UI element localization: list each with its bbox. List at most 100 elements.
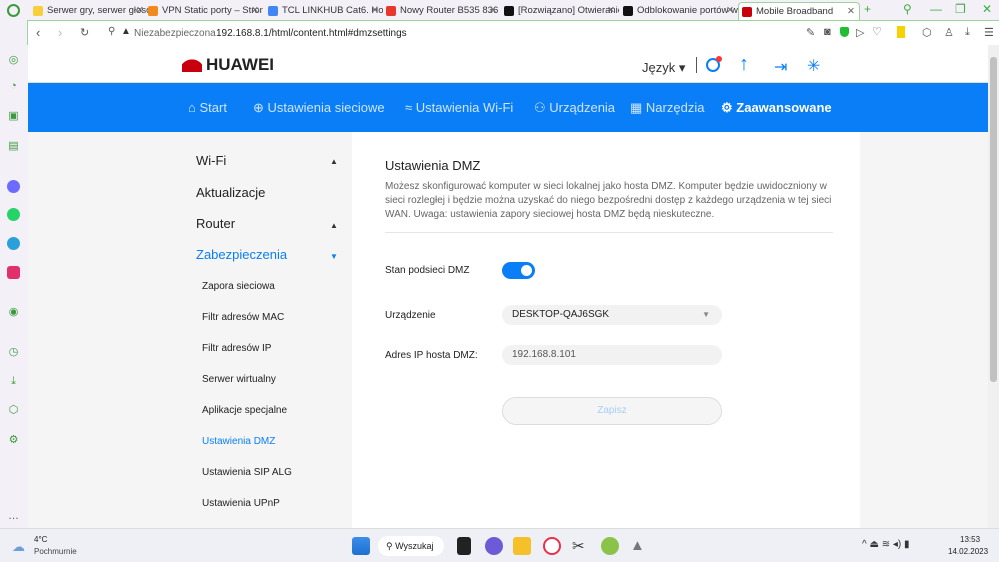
settings-icon[interactable]: ⚙ xyxy=(7,434,20,447)
menu-wifi[interactable]: Wi-Fi xyxy=(196,153,226,168)
key-icon[interactable]: ⚲ xyxy=(108,26,115,37)
menu-sip-alg[interactable]: Ustawienia SIP ALG xyxy=(202,467,292,478)
close-tab-icon[interactable]: ✕ xyxy=(607,2,615,20)
camera-icon[interactable]: ◙ xyxy=(824,26,831,38)
logout-icon[interactable]: ⇥ xyxy=(774,57,787,77)
new-tab-icon[interactable]: + xyxy=(864,2,871,16)
menu-router[interactable]: Router xyxy=(196,216,235,231)
favicon-icon xyxy=(742,7,752,17)
tools-app-icon[interactable]: ✂ xyxy=(572,537,590,555)
weather[interactable]: Pochmurnie xyxy=(34,547,77,556)
language-select[interactable]: Język ▾ xyxy=(642,60,685,76)
send-icon[interactable]: ▷ xyxy=(856,26,864,39)
menu-virtual-server[interactable]: Serwer wirtualny xyxy=(202,374,276,385)
router-header: HUAWEI Język ▾ ↑ ⇥ ✳ xyxy=(28,45,988,83)
menu-firewall[interactable]: Zapora sieciowa xyxy=(202,281,275,292)
opera-logo-icon[interactable] xyxy=(7,4,20,17)
close-tab-icon[interactable]: ✕ xyxy=(136,2,144,20)
menu-upnp[interactable]: Ustawienia UPnP xyxy=(202,498,280,509)
app-icon-2[interactable]: ▲ xyxy=(630,537,648,555)
extension-icon[interactable] xyxy=(897,26,905,38)
forward-icon[interactable]: › xyxy=(58,25,62,40)
close-tab-icon[interactable]: ✕ xyxy=(371,2,379,20)
history-icon[interactable]: ◷ xyxy=(7,346,20,359)
collapse-icon[interactable]: ▲ xyxy=(330,221,338,230)
browser-tab[interactable]: Mobile Broadband ✕ xyxy=(738,2,860,20)
close-tab-icon[interactable]: ✕ xyxy=(489,2,497,20)
browser-tab[interactable]: TCL LINKHUB Cat6. Home✕ xyxy=(265,2,383,20)
temperature[interactable]: 4°C xyxy=(34,535,47,544)
instagram-icon[interactable] xyxy=(7,266,20,279)
tab-title: TCL LINKHUB Cat6. Home xyxy=(282,5,383,16)
app-icon[interactable] xyxy=(601,537,619,555)
browser-tab[interactable]: Odblokowanie portów w ✕ xyxy=(620,2,738,20)
scrollbar[interactable] xyxy=(988,45,999,528)
browser-tab[interactable]: VPN Static porty – Strona ✕ xyxy=(145,2,263,20)
more-icon[interactable]: … xyxy=(7,510,20,523)
menu-security[interactable]: Zabezpieczenia xyxy=(196,247,287,262)
dmz-toggle[interactable] xyxy=(502,262,535,279)
device-select[interactable]: DESKTOP-QAJ6SGK ▼ xyxy=(502,305,722,325)
teams-icon[interactable] xyxy=(485,537,503,555)
gamepad-icon[interactable]: ◎ xyxy=(7,54,20,67)
menu-updates[interactable]: Aktualizacje xyxy=(196,185,265,200)
browser-tab[interactable]: Nowy Router B535 836 ✕ xyxy=(383,2,501,20)
minimize-icon[interactable]: — xyxy=(930,2,942,16)
scrollbar-thumb[interactable] xyxy=(990,57,997,382)
update-icon[interactable]: ↑ xyxy=(739,53,749,76)
task-view-icon[interactable] xyxy=(457,537,471,555)
downloads-icon[interactable]: ⤓ xyxy=(965,26,970,39)
speed-icon[interactable]: ◔ xyxy=(7,80,20,93)
reload-icon[interactable]: ↻ xyxy=(80,26,89,39)
edit-icon[interactable]: ✎ xyxy=(806,26,815,39)
menu-mac-filter[interactable]: Filtr adresów MAC xyxy=(202,312,284,323)
whatsapp-icon[interactable] xyxy=(7,208,20,221)
save-button[interactable]: Zapisz xyxy=(502,397,722,425)
search-button[interactable]: ⚲ Wyszukaj xyxy=(378,536,444,556)
expand-icon[interactable]: ▼ xyxy=(330,252,338,261)
nav-advanced[interactable]: ⚙ Zaawansowane xyxy=(721,83,832,132)
easy-setup-icon[interactable]: ☰ xyxy=(984,26,994,39)
cube-icon[interactable]: ⬡ xyxy=(922,26,932,39)
bag-icon[interactable]: ▣ xyxy=(7,110,20,123)
tray-icons[interactable]: ^ ⏏ ≋ ◂) ▮ xyxy=(862,539,910,550)
close-tab-icon[interactable]: ✕ xyxy=(726,2,734,20)
gear-icon: ⚙ xyxy=(721,100,733,115)
nav-wifi-settings[interactable]: ≈ Ustawienia Wi-Fi xyxy=(405,83,513,132)
shield-icon[interactable] xyxy=(840,27,849,37)
telegram-icon[interactable] xyxy=(7,237,20,250)
file-explorer-icon[interactable] xyxy=(513,537,531,555)
nav-tools[interactable]: ▦ Narzędzia xyxy=(630,83,704,132)
security-label[interactable]: Niezabezpieczona xyxy=(134,28,216,39)
menu-ip-filter[interactable]: Filtr adresów IP xyxy=(202,343,271,354)
close-tab-icon[interactable]: ✕ xyxy=(847,3,855,20)
favicon-icon xyxy=(268,6,278,16)
message-icon[interactable] xyxy=(706,56,722,72)
player-icon[interactable]: ◉ xyxy=(7,306,20,319)
url-input[interactable]: 192.168.8.1/html/content.html#dmzsetting… xyxy=(216,28,407,39)
nav-start[interactable]: ⌂ Start xyxy=(188,83,227,132)
menu-dmz[interactable]: Ustawienia DMZ xyxy=(202,436,275,447)
browser-tab[interactable]: [Rozwiązano] Otwieranie ✕ xyxy=(501,2,619,20)
nav-devices[interactable]: ⚇ Urządzenia xyxy=(534,83,615,132)
box-icon[interactable]: ⬡ xyxy=(7,404,20,417)
close-window-icon[interactable]: ✕ xyxy=(982,2,992,16)
close-tab-icon[interactable]: ✕ xyxy=(251,2,259,20)
back-icon[interactable]: ‹ xyxy=(36,25,40,40)
messenger-icon[interactable] xyxy=(7,180,20,193)
start-icon[interactable] xyxy=(352,537,370,555)
nav-network-settings[interactable]: ⊕ Ustawienia sieciowe xyxy=(253,83,385,132)
browser-tab[interactable]: Serwer gry, serwer głosowy✕ xyxy=(30,2,148,20)
menu-special-apps[interactable]: Aplikacje specjalne xyxy=(202,405,287,416)
clock-time[interactable]: 13:53 xyxy=(960,535,980,544)
collapse-icon[interactable]: ▲ xyxy=(330,157,338,166)
opera-icon[interactable] xyxy=(543,537,561,555)
maximize-icon[interactable]: ❐ xyxy=(955,2,966,16)
twitch-icon[interactable]: ▤ xyxy=(7,140,20,153)
clock-date[interactable]: 14.02.2023 xyxy=(948,547,988,556)
ip-input[interactable]: 192.168.8.101 xyxy=(502,345,722,365)
heart-icon[interactable]: ♡ xyxy=(872,25,882,38)
search-tabs-icon[interactable]: ⚲ xyxy=(903,2,912,16)
profile-icon[interactable]: ♙ xyxy=(944,26,954,39)
download-icon[interactable]: ⤓ xyxy=(7,375,20,388)
